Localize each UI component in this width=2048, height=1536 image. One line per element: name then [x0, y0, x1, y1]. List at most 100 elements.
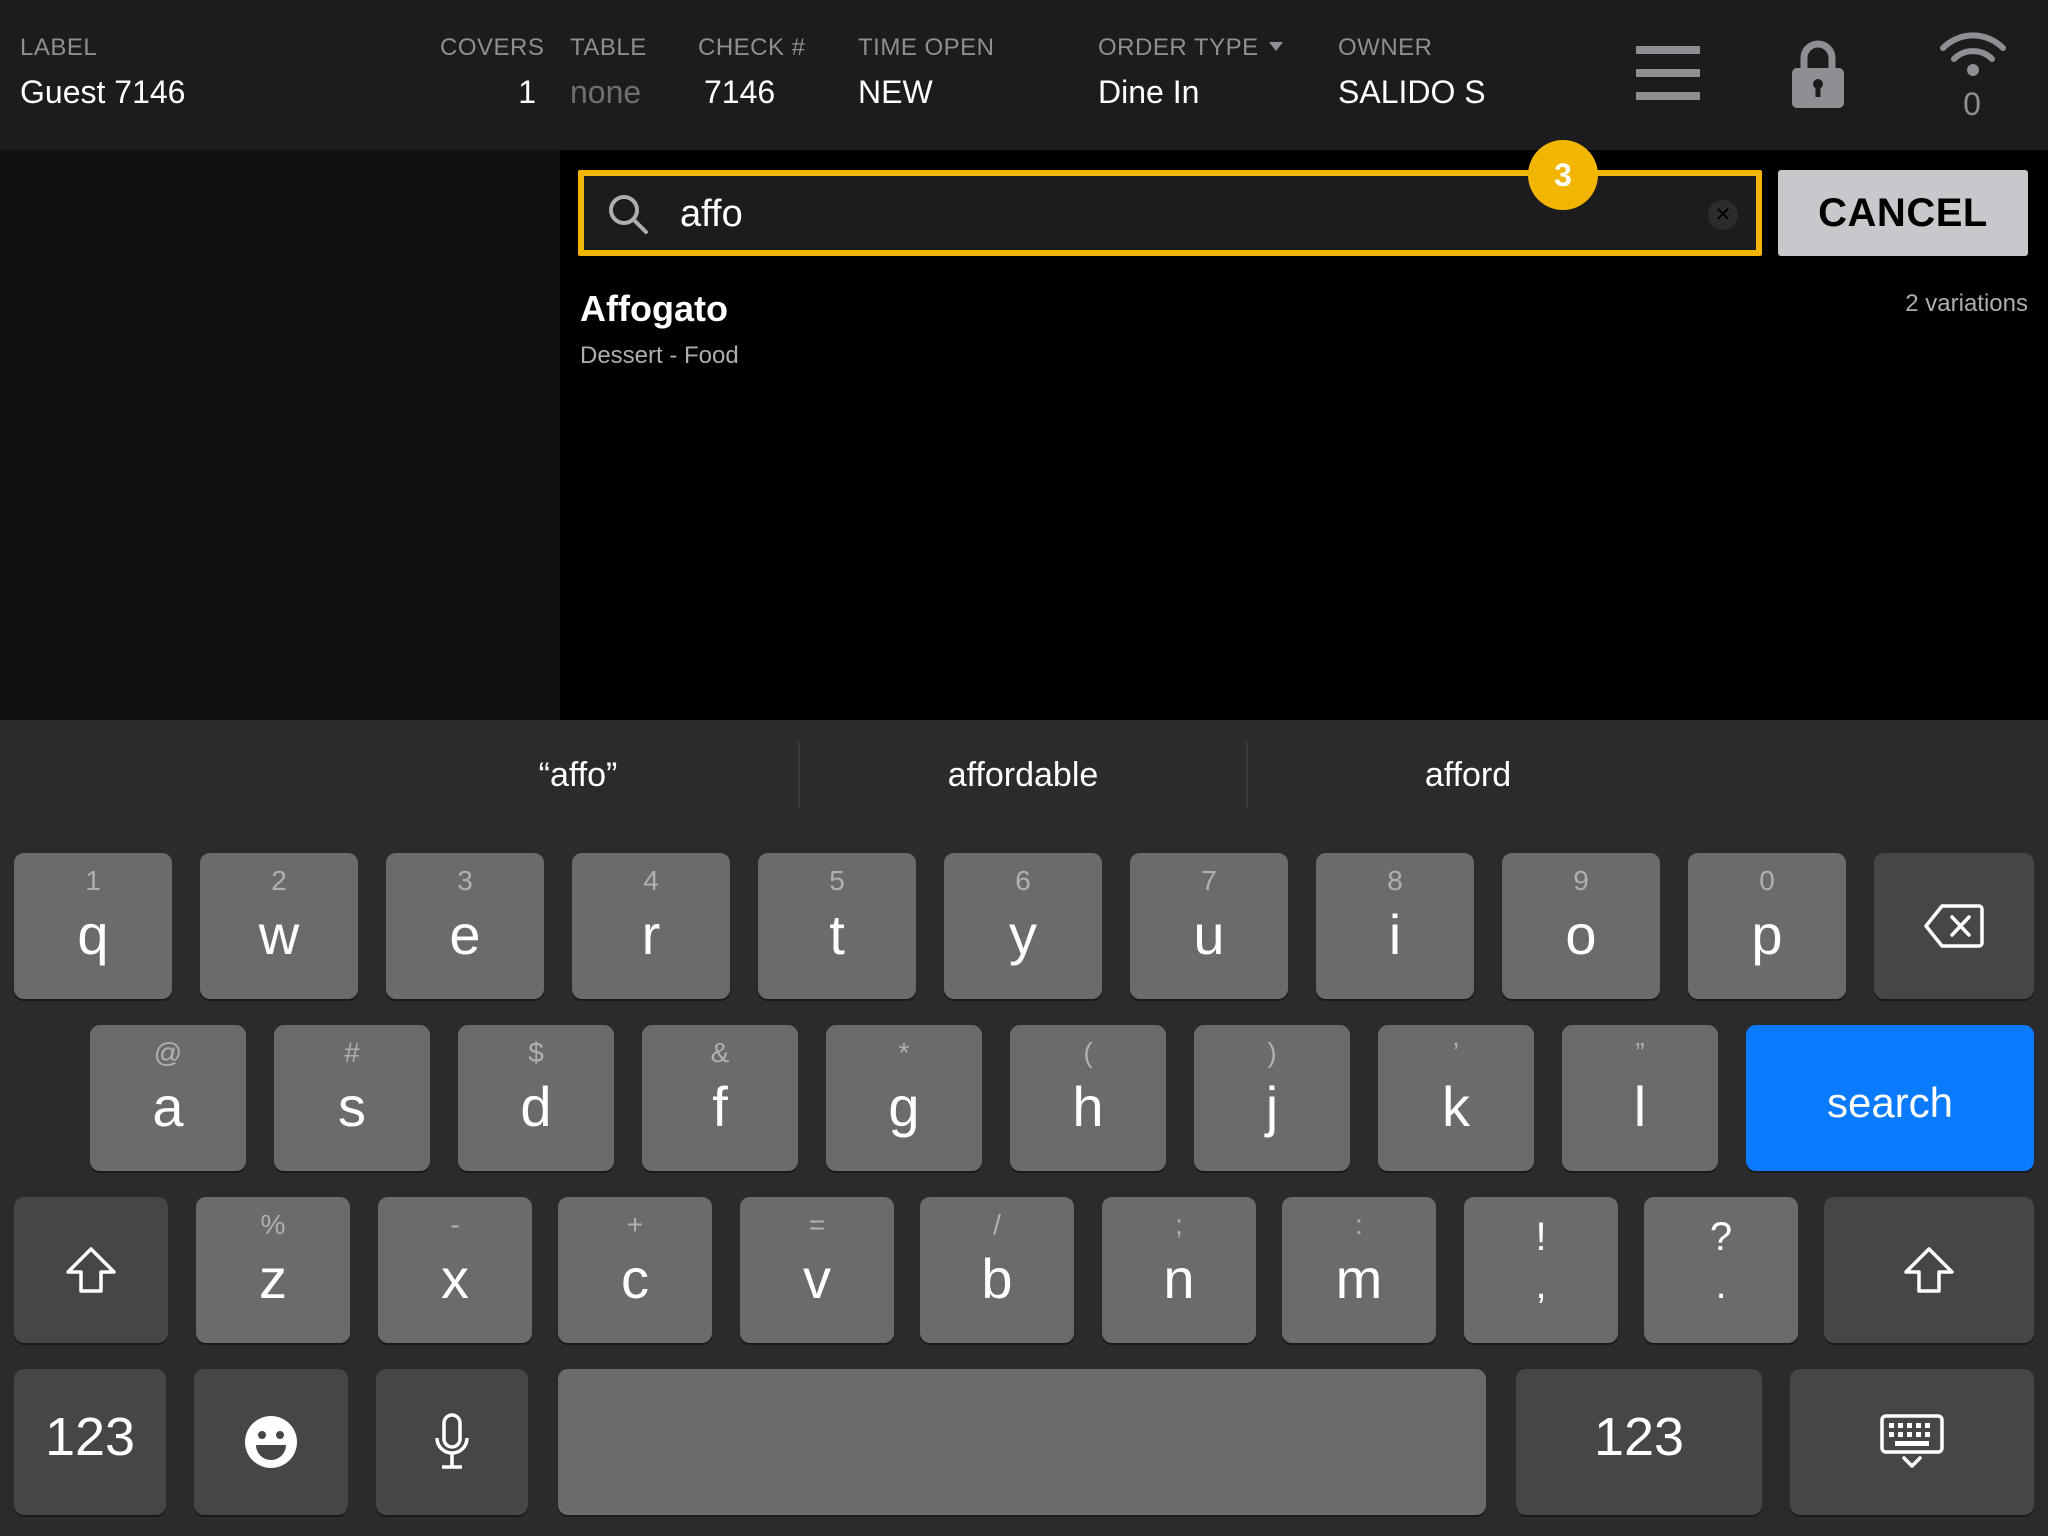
caret-down-icon: [1268, 42, 1283, 52]
key-char: d: [520, 1075, 552, 1138]
key-alt: ’: [1452, 1037, 1460, 1068]
check-field: CHECK # 7146: [698, 34, 806, 111]
key-i[interactable]: 8i: [1316, 853, 1474, 999]
key-char: v: [803, 1247, 831, 1310]
key-c[interactable]: + c: [558, 1197, 712, 1343]
key-char: u: [1193, 903, 1225, 966]
key-char: m: [1335, 1247, 1383, 1310]
key-char: t: [829, 903, 845, 966]
key-char: q: [77, 903, 109, 966]
microphone-icon: [435, 1413, 469, 1469]
key-m[interactable]: :m: [1282, 1197, 1436, 1343]
check-title: CHECK #: [698, 34, 806, 61]
covers-value: 1: [518, 74, 536, 110]
result-variations: 2 variations: [1905, 290, 2028, 317]
key-b[interactable]: / b: [920, 1197, 1074, 1343]
key-char: ,: [1535, 1263, 1547, 1307]
key-char: p: [1751, 903, 1783, 966]
list-item[interactable]: Affogato Dessert - Food 2 variations: [580, 282, 2028, 372]
order-type-field[interactable]: ORDER TYPE Dine In: [1098, 34, 1283, 111]
key-char: r: [641, 903, 661, 966]
key-p[interactable]: 0p: [1688, 853, 1846, 999]
check-value: 7146: [704, 74, 776, 110]
suggestion-item[interactable]: affordable: [800, 740, 1246, 810]
numbers-key-right[interactable]: 123: [1516, 1369, 1762, 1515]
key-h[interactable]: (h: [1010, 1025, 1166, 1171]
covers-title: COVERS: [440, 34, 545, 61]
key-j[interactable]: ) j: [1194, 1025, 1350, 1171]
key-n[interactable]: ; n: [1102, 1197, 1256, 1343]
key-l[interactable]: ” l: [1562, 1025, 1718, 1171]
owner-title: OWNER: [1338, 34, 1433, 61]
key-e[interactable]: 3e: [386, 853, 544, 999]
key-alt: 4: [643, 865, 659, 896]
step-badge: 3: [1528, 140, 1598, 210]
menu-icon[interactable]: [1636, 46, 1700, 100]
key-f[interactable]: & f: [642, 1025, 798, 1171]
key-alt: 1: [85, 865, 101, 896]
suggestion-item[interactable]: afford: [1248, 740, 1688, 810]
key-period[interactable]: ?.: [1644, 1197, 1798, 1343]
key-u[interactable]: 7u: [1130, 853, 1288, 999]
covers-field[interactable]: COVERS 1: [440, 34, 545, 111]
key-z[interactable]: % z: [196, 1197, 350, 1343]
key-alt: /: [993, 1209, 1001, 1240]
label-field[interactable]: LABEL Guest 7146: [20, 34, 185, 111]
lock-icon[interactable]: [1790, 38, 1846, 110]
key-r[interactable]: 4r: [572, 853, 730, 999]
key-s[interactable]: # s: [274, 1025, 430, 1171]
key-char: x: [441, 1247, 469, 1310]
result-name: Affogato: [580, 288, 728, 329]
key-q[interactable]: 1q: [14, 853, 172, 999]
key-alt: 6: [1015, 865, 1031, 896]
search-input[interactable]: [680, 186, 1560, 242]
time-open-value: NEW: [858, 74, 933, 110]
key-d[interactable]: $ d: [458, 1025, 614, 1171]
numbers-key-left[interactable]: 123: [14, 1369, 166, 1515]
key-alt: *: [898, 1037, 910, 1068]
microphone-key[interactable]: [376, 1369, 528, 1515]
key-char: n: [1163, 1247, 1195, 1310]
suggestion-bar: “affo” affordable afford: [0, 720, 2048, 830]
shift-key-left[interactable]: [14, 1197, 168, 1343]
backspace-key[interactable]: [1874, 853, 2034, 999]
order-items-panel: [0, 150, 560, 720]
key-alt: (: [1083, 1037, 1093, 1068]
key-v[interactable]: = v: [740, 1197, 894, 1343]
table-field[interactable]: TABLE none: [570, 34, 647, 111]
keyboard-dismiss-key[interactable]: [1790, 1369, 2034, 1515]
key-alt: 9: [1573, 865, 1589, 896]
key-comma[interactable]: !,: [1464, 1197, 1618, 1343]
key-alt: +: [626, 1209, 644, 1240]
cancel-button[interactable]: CANCEL: [1778, 170, 2028, 256]
key-a[interactable]: @ a: [90, 1025, 246, 1171]
key-alt: %: [260, 1209, 286, 1240]
key-alt: -: [450, 1209, 460, 1240]
key-char: y: [1009, 903, 1037, 966]
key-char: j: [1265, 1075, 1279, 1138]
key-char: i: [1388, 903, 1402, 966]
key-t[interactable]: 5t: [758, 853, 916, 999]
space-key[interactable]: [558, 1369, 1486, 1515]
key-alt: #: [344, 1037, 360, 1068]
key-y[interactable]: 6y: [944, 853, 1102, 999]
suggestion-item[interactable]: “affo”: [358, 740, 798, 810]
key-o[interactable]: 9o: [1502, 853, 1660, 999]
key-alt: 0: [1759, 865, 1775, 896]
key-k[interactable]: ’ k: [1378, 1025, 1534, 1171]
search-key[interactable]: search: [1746, 1025, 2034, 1171]
table-title: TABLE: [570, 34, 647, 61]
key-alt: 7: [1201, 865, 1217, 896]
key-alt: :: [1355, 1209, 1363, 1240]
key-alt: @: [153, 1037, 183, 1068]
emoji-key[interactable]: [194, 1369, 348, 1515]
key-alt: !: [1535, 1215, 1547, 1259]
key-char: a: [152, 1075, 184, 1138]
key-x[interactable]: -x: [378, 1197, 532, 1343]
clear-icon[interactable]: ✕: [1708, 200, 1738, 230]
key-g[interactable]: * g: [826, 1025, 982, 1171]
shift-key-right[interactable]: [1824, 1197, 2034, 1343]
key-w[interactable]: 2w: [200, 853, 358, 999]
owner-field[interactable]: OWNER SALIDO S: [1338, 34, 1486, 111]
key-alt: ): [1267, 1037, 1277, 1068]
